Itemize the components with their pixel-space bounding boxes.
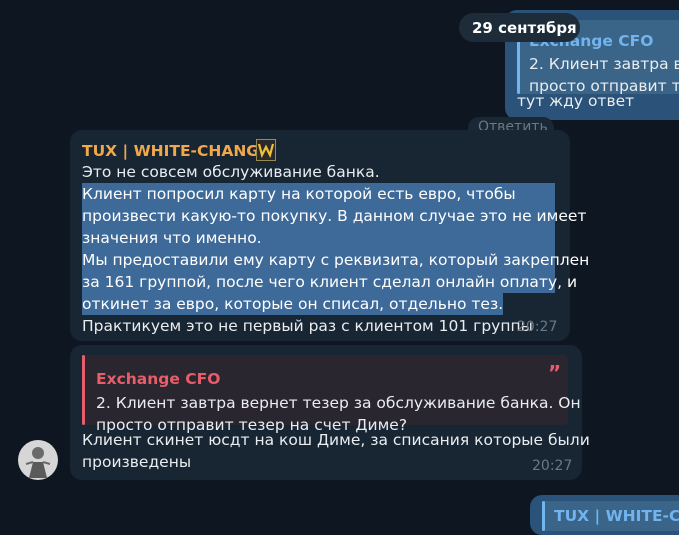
brand-badge-icon [256, 139, 276, 161]
message-line: Это не совсем обслуживание банка. [82, 163, 380, 181]
quote-bar [542, 501, 545, 531]
message-line: Практикуем это не первый раз с клиентом … [82, 317, 533, 335]
quote-author: TUX | WHITE-CHA [554, 507, 679, 525]
incoming-message[interactable]: TUX | WHITE-CHANGE Это не совсем обслужи… [70, 130, 590, 341]
quote-text-line: 2. Клиент завтра вер [529, 55, 679, 73]
message-line: произведены [82, 453, 192, 471]
message-time: 20:27 [517, 319, 558, 335]
quote-bar [82, 355, 85, 425]
author-name[interactable]: TUX | WHITE-CHANGE [82, 142, 270, 160]
incoming-message[interactable]: Exchange CFO ” 2. Клиент завтра вернет т… [70, 345, 590, 480]
quote-author: Exchange CFO [96, 370, 221, 388]
outgoing-message-bottom[interactable]: TUX | WHITE-CHA [530, 495, 679, 535]
message-line-selected: значения что именно. [82, 227, 555, 249]
date-label: 29 сентября [472, 19, 577, 37]
quote-text-line: 2. Клиент завтра вернет тезер за обслужи… [96, 394, 581, 412]
message-line-selected: Клиент попросил карту на которой есть ев… [82, 183, 555, 205]
message-line: Клиент скинет юсдт на кош Диме, за списа… [82, 431, 590, 449]
message-line-selected: откинет за евро, которые он списал, отде… [82, 293, 504, 315]
message-time: 20:27 [532, 458, 573, 474]
message-line-selected: за 161 группой, после чего клиент сделал… [82, 271, 578, 293]
avatar-figure-icon [25, 447, 51, 478]
message-line-selected: Мы предоставили ему карту с реквизита, к… [82, 249, 590, 271]
reply-quote[interactable]: Exchange CFO ” 2. Клиент завтра вернет т… [82, 355, 581, 434]
quote-mark-icon: ” [548, 361, 562, 385]
date-badge: 29 сентября [459, 13, 580, 42]
message-line-selected: произвести какую-то покупку. В данном сл… [82, 205, 587, 227]
message-text: тут жду ответ [517, 92, 635, 110]
reply-quote[interactable]: TUX | WHITE-CHA [542, 501, 679, 531]
avatar[interactable] [18, 440, 58, 480]
author-row[interactable]: TUX | WHITE-CHANGE [82, 140, 270, 162]
